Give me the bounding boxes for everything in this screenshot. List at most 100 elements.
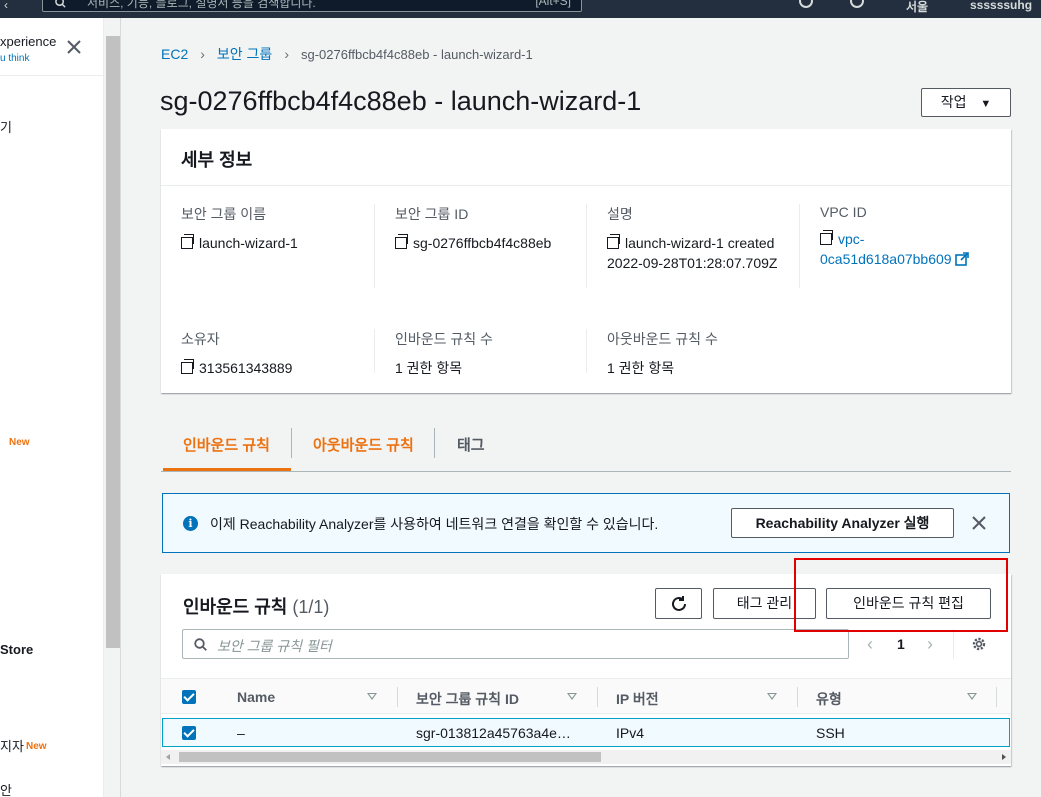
account-menu[interactable]: ssssssuhg (970, 0, 1032, 12)
scroll-right-icon[interactable] (1002, 754, 1006, 760)
copy-icon[interactable] (181, 359, 194, 374)
actions-dropdown-button[interactable]: 작업 ▼ (921, 88, 1011, 117)
gear-icon[interactable] (971, 636, 987, 652)
cell-ip-version: IPv4 (616, 725, 645, 741)
sidebar-item[interactable]: 지자 (0, 736, 24, 755)
row-checkbox[interactable] (182, 726, 196, 740)
new-badge: New (9, 437, 30, 448)
sidebar-item[interactable]: 기 (0, 117, 12, 136)
breadcrumb-security-groups[interactable]: 보안 그룹 (217, 46, 272, 62)
table-horizontal-scrollbar[interactable] (161, 750, 1011, 764)
rules-heading-text: 인바운드 규칙 (183, 597, 288, 617)
rules-heading: 인바운드 규칙 (1/1) (183, 593, 329, 619)
edit-inbound-rules-button[interactable]: 인바운드 규칙 편집 (826, 588, 991, 619)
sort-icon[interactable] (567, 693, 577, 700)
global-search-input[interactable]: 서비스, 기능, 블로그, 설명서 등을 검색합니다. [Alt+S] (42, 0, 582, 12)
field-inbound-count: 인바운드 규칙 수 1 권한 항목 (395, 329, 595, 378)
sort-icon[interactable] (967, 693, 977, 700)
manage-tags-button[interactable]: 태그 관리 (713, 588, 816, 619)
copy-icon[interactable] (395, 234, 408, 249)
table-header: Name 보안 그룹 규칙 ID IP 버전 유형 (161, 678, 1011, 714)
cell-name: – (237, 725, 245, 741)
page-number[interactable]: 1 (897, 636, 905, 652)
sidebar-item[interactable]: 안 (0, 780, 12, 797)
cell-rule-id: sgr-013812a45763a4e… (416, 725, 571, 741)
scroll-left-icon[interactable] (166, 754, 170, 760)
help-icon[interactable] (850, 0, 864, 8)
info-icon: i (183, 516, 198, 531)
next-page-icon[interactable]: › (927, 634, 933, 655)
divider (996, 687, 997, 707)
field-label: 아웃바운드 규칙 수 (607, 331, 718, 347)
tab-tags[interactable]: 태그 (457, 434, 485, 455)
chevron-right-icon: › (200, 46, 205, 62)
refresh-button[interactable] (655, 588, 702, 619)
scrollbar-thumb[interactable] (106, 36, 120, 648)
refresh-icon (671, 596, 686, 611)
divider (374, 204, 375, 288)
actions-label: 작업 (940, 94, 967, 110)
search-placeholder: 서비스, 기능, 블로그, 설명서 등을 검색합니다. (87, 0, 316, 10)
run-reachability-analyzer-button[interactable]: Reachability Analyzer 실행 (731, 508, 954, 538)
feedback-link[interactable]: u think (0, 53, 29, 64)
divider (434, 428, 435, 458)
rules-filter-input[interactable]: 보안 그룹 규칙 필터 (182, 629, 849, 659)
chevron-right-icon: › (284, 46, 289, 62)
sidebar-item-store[interactable]: Store (0, 642, 33, 657)
page-title: sg-0276ffbcb4f4c88eb - launch-wizard-1 (160, 86, 642, 116)
divider (953, 629, 954, 659)
breadcrumb-ec2[interactable]: EC2 (161, 46, 188, 62)
divider (397, 687, 398, 707)
field-label: 인바운드 규칙 수 (395, 331, 493, 347)
field-label: 소유자 (181, 331, 220, 347)
breadcrumb: EC2 › 보안 그룹 › sg-0276ffbcb4f4c88eb - launch-… (161, 44, 533, 64)
new-badge: New (26, 741, 47, 752)
divider (586, 329, 587, 373)
close-icon[interactable] (972, 516, 986, 530)
divider (797, 687, 798, 707)
tab-bar: 인바운드 규칙 아웃바운드 규칙 태그 (161, 424, 1011, 472)
field-value: launch-wizard-1 created 2022-09-28T01:28… (607, 235, 778, 271)
divider (799, 204, 800, 288)
sort-icon[interactable] (367, 693, 377, 700)
info-text: 이제 Reachability Analyzer를 사용하여 네트워크 연결을 … (210, 516, 659, 532)
caret-down-icon: ▼ (980, 98, 992, 110)
close-icon[interactable] (66, 39, 82, 55)
rules-count: (1/1) (292, 597, 330, 617)
copy-icon[interactable] (607, 234, 620, 249)
column-header-type[interactable]: 유형 (816, 689, 842, 709)
search-shortcut: [Alt+S] (535, 0, 571, 8)
field-description: 설명 launch-wizard-1 created 2022-09-28T01… (607, 204, 787, 273)
side-scrollbar[interactable] (104, 18, 121, 797)
notifications-icon[interactable] (799, 0, 813, 8)
field-value: 1 권한 항목 (395, 360, 463, 376)
copy-icon[interactable] (181, 234, 194, 249)
field-label: 보안 그룹 ID (395, 206, 469, 222)
divider (374, 329, 375, 373)
field-owner: 소유자 313561343889 (181, 329, 381, 378)
field-label: VPC ID (820, 204, 867, 220)
tab-outbound-rules[interactable]: 아웃바운드 규칙 (313, 434, 414, 455)
copy-icon[interactable] (820, 230, 833, 245)
region-selector[interactable]: 서울 (906, 0, 928, 15)
sort-icon[interactable] (767, 693, 777, 700)
column-header-ip-version[interactable]: IP 버전 (616, 689, 659, 709)
prev-page-icon[interactable]: ‹ (867, 634, 873, 655)
external-link-icon[interactable] (955, 252, 970, 266)
scrollbar-thumb[interactable] (179, 752, 601, 762)
column-header-rule-id[interactable]: 보안 그룹 규칙 ID (416, 689, 519, 709)
field-value: launch-wizard-1 (199, 235, 298, 251)
info-banner: i 이제 Reachability Analyzer를 사용하여 네트워크 연결… (162, 493, 1010, 553)
field-value: 1 권한 항목 (607, 360, 675, 376)
table-row[interactable]: – sgr-013812a45763a4e… IPv4 SSH (162, 718, 1010, 747)
vpc-link[interactable]: vpc-0ca51d618a07bb609 (820, 231, 952, 267)
column-header-name[interactable]: Name (237, 689, 275, 705)
nav-edge-glyph: ‹ (4, 0, 8, 12)
field-value: sg-0276ffbcb4f4c88eb (413, 235, 552, 251)
side-navigation: xperience u think 기 New Store 지자 New 안 (0, 18, 104, 797)
tab-inbound-rules[interactable]: 인바운드 규칙 (183, 434, 270, 455)
field-sg-id: 보안 그룹 ID sg-0276ffbcb4f4c88eb (395, 204, 595, 253)
top-navigation-bar: ‹ 서비스, 기능, 블로그, 설명서 등을 검색합니다. [Alt+S] 서울… (0, 0, 1041, 18)
search-icon (55, 0, 66, 8)
select-all-checkbox[interactable] (182, 690, 196, 704)
